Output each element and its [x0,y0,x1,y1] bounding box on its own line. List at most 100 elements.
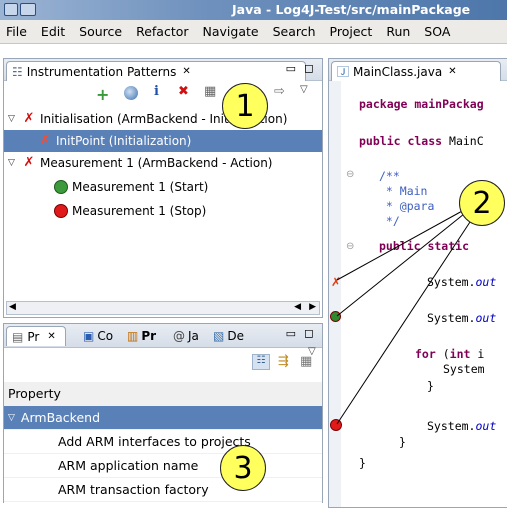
menu-project[interactable]: Project [330,24,373,39]
scroll-left-icon[interactable]: ◀ [294,302,301,312]
code-line-4[interactable]: * Main [379,184,428,198]
view-menu-icon[interactable]: ▽ [300,84,308,95]
properties-toolbar: ☷ ⇶ ▦ ▽ [4,346,322,376]
tab-javadoc[interactable]: @ Ja [168,326,204,346]
toolbar-tool-icon[interactable]: ▦ [204,84,216,99]
menu-file[interactable]: File [6,24,27,39]
scroll-left-icon[interactable]: ◀ [9,302,16,312]
code-text: System. [427,419,476,433]
maximize-icon[interactable]: ◻ [304,61,314,75]
close-icon[interactable]: ✕ [47,331,55,342]
code-line-2[interactable]: public class MainC [359,134,484,148]
minimize-icon[interactable]: ▭ [286,62,296,75]
horizontal-scrollbar[interactable]: ◀ ◀ ▶ [6,301,320,315]
java-file-icon: 🄹 [337,65,350,79]
code-text: MainC [442,134,484,148]
tree-item-measurement[interactable]: ▽ ✗ Measurement 1 (ArmBackend - Action) [4,152,322,174]
code-text: ( [435,347,450,361]
property-label: Add ARM interfaces to projects [58,434,251,449]
code-field: out [475,419,497,433]
menu-soa[interactable]: SOA [424,24,450,39]
code-text: i [470,347,485,361]
instrumentation-patterns-view: ☷ Instrumentation Patterns ✕ ▭ ◻ + i ✖ ▦… [3,58,323,318]
property-row[interactable]: Add ARM interfaces to projects [4,430,322,454]
code-line-13[interactable]: System.out [427,419,496,433]
patterns-view-icon: ☷ [12,64,23,79]
java-editor: 🄹 MainClass.java ✕ ✗ ⊖ ⊖ package mainPac… [328,58,507,508]
minimize-icon[interactable]: ▭ [286,327,296,340]
forward-icon[interactable]: ⇨ [274,84,285,99]
filter-icon[interactable]: ⇶ [278,354,289,369]
code-line-5[interactable]: * @para [379,199,434,213]
globe-icon[interactable] [124,86,138,100]
tree-item-measurement-stop[interactable]: Measurement 1 (Stop) [4,200,322,222]
start-marker-icon[interactable] [330,311,341,322]
fold-icon[interactable]: ⊖ [346,241,354,252]
javadoc-icon: @ [173,329,185,343]
window-menu-icon[interactable] [4,3,18,16]
code-line-9[interactable]: System.out [427,311,496,325]
stop-marker-icon[interactable] [330,419,342,431]
red-x-icon: ✗ [23,111,35,126]
maximize-icon[interactable]: ◻ [304,326,314,340]
initpoint-marker-icon[interactable]: ✗ [331,275,341,289]
code-line-15[interactable]: } [359,456,366,470]
window-title: Java - Log4J-Test/src/mainPackage [232,2,471,17]
tree-item-measurement-start[interactable]: Measurement 1 (Start) [4,176,322,198]
expand-arrow-icon[interactable]: ▽ [8,413,15,423]
tab-declaration[interactable]: ▧ De [208,326,249,346]
property-group-armbackend[interactable]: ▽ ArmBackend [4,406,322,430]
declaration-icon: ▧ [213,329,225,343]
editor-tabbar: 🄹 MainClass.java ✕ [329,59,507,81]
close-icon[interactable]: ✕ [182,66,190,77]
properties-view: ▤ Pr ✕ ▣ Co ▥ Pr @ Ja ▧ De ▭ ◻ ☷ ⇶ ▦ ▽ P… [3,323,323,503]
window-restore-icon[interactable] [20,3,36,16]
tree-item-initpoint[interactable]: ✗ InitPoint (Initialization) [4,130,322,152]
view-menu-icon[interactable]: ▽ [308,346,316,357]
tab-problems[interactable]: ▥ Pr [122,326,161,346]
callout-2: 2 [459,180,505,226]
code-line-10[interactable]: for (int i [415,347,484,361]
tab-properties[interactable]: ▤ Pr ✕ [6,326,66,346]
property-label: ARM transaction factory [58,482,209,497]
property-column-header: Property [8,386,61,401]
code-keyword: for [415,347,436,361]
scroll-right-icon[interactable]: ▶ [309,302,316,312]
code-line-14[interactable]: } [399,435,406,449]
property-row[interactable]: ARM transaction factory [4,478,322,502]
tab-console[interactable]: ▣ Co [78,326,118,346]
add-icon[interactable]: + [96,85,109,104]
bottom-tabbar: ▤ Pr ✕ ▣ Co ▥ Pr @ Ja ▧ De ▭ ◻ [4,324,322,348]
fold-icon[interactable]: ⊖ [346,169,354,180]
tab-instrumentation-patterns[interactable]: ☷ Instrumentation Patterns ✕ [6,61,306,81]
code-field: out [475,275,497,289]
code-line-8[interactable]: System.out [427,275,496,289]
categories-icon[interactable]: ☷ [252,354,270,370]
code-line-12[interactable]: } [427,379,434,393]
menu-edit[interactable]: Edit [41,24,65,39]
menu-refactor[interactable]: Refactor [136,24,188,39]
code-line-6[interactable]: */ [379,214,400,228]
tree-item-initialisation[interactable]: ▽ ✗ Initialisation (ArmBackend - Initial… [4,108,322,130]
menu-search[interactable]: Search [273,24,316,39]
expand-arrow-icon[interactable]: ▽ [8,158,18,168]
problems-icon: ▥ [127,329,139,343]
property-row[interactable]: ARM application name [4,454,322,478]
menu-navigate[interactable]: Navigate [203,24,259,39]
tab-mainclass-java[interactable]: 🄹 MainClass.java ✕ [331,61,501,81]
console-icon: ▣ [83,329,95,343]
patterns-toolbar: + i ✖ ▦ ⇨ ▽ [4,81,322,107]
tree-item-label: InitPoint (Initialization) [56,134,192,148]
menu-run[interactable]: Run [386,24,410,39]
code-line-1[interactable]: package mainPackag [359,97,484,111]
delete-icon[interactable]: ✖ [178,84,189,99]
expand-arrow-icon[interactable]: ▽ [8,114,18,124]
menu-source[interactable]: Source [79,24,122,39]
code-line-3[interactable]: /** [379,169,400,183]
info-icon[interactable]: i [154,84,159,99]
close-icon[interactable]: ✕ [448,66,456,77]
red-x-icon: ✗ [23,155,35,170]
code-line-7[interactable]: public static [379,239,469,253]
code-line-11[interactable]: System [443,362,485,376]
code-package: package mainPackag [359,97,484,111]
